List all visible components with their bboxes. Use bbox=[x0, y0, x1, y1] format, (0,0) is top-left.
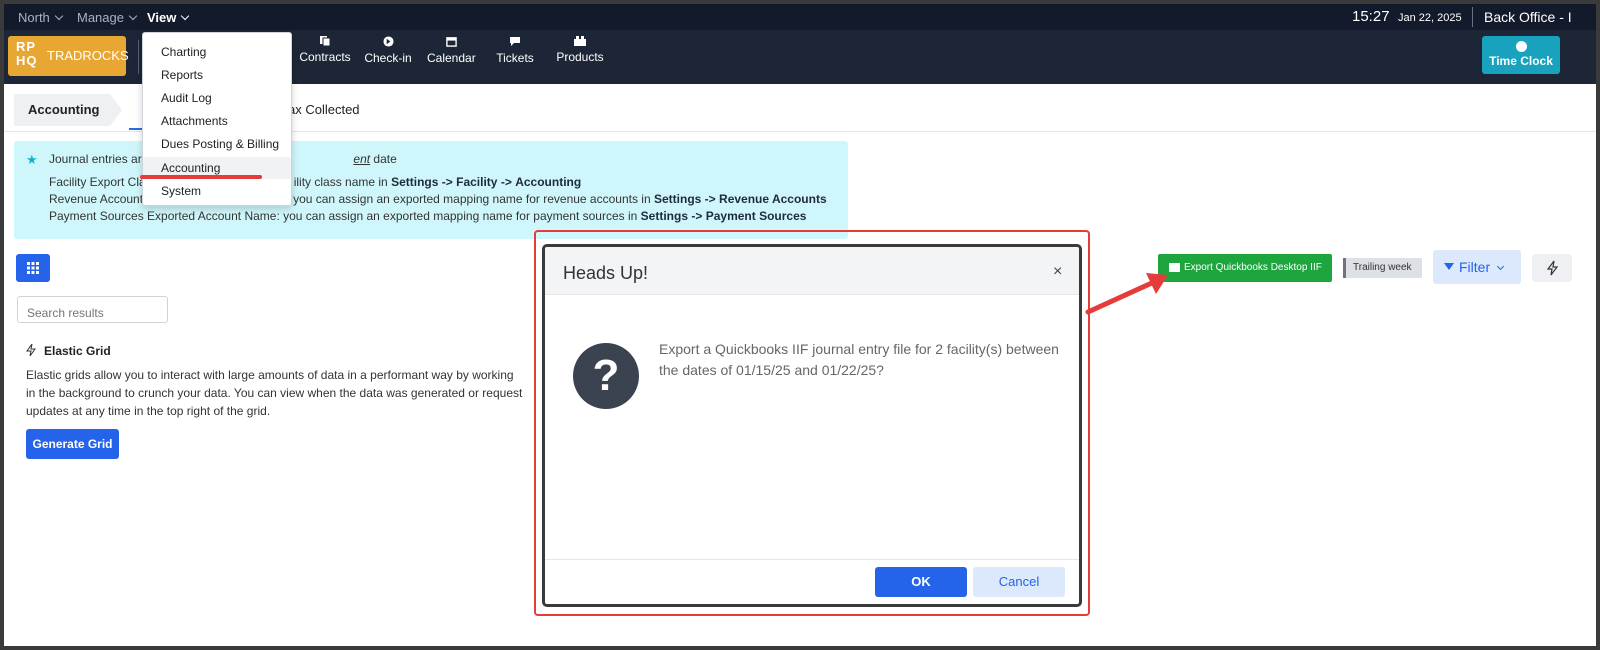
menu-item-charting[interactable]: Charting bbox=[143, 41, 291, 63]
elastic-grid-heading: Elastic Grid bbox=[26, 343, 111, 358]
menu-item-reports[interactable]: Reports bbox=[143, 64, 291, 86]
info-line-2: Facility Export Clas ility class name in … bbox=[49, 175, 581, 189]
grid-view-button[interactable] bbox=[16, 254, 50, 282]
menu-item-attachments[interactable]: Attachments bbox=[143, 110, 291, 132]
search-input[interactable] bbox=[17, 296, 168, 323]
annotation-arrow bbox=[1085, 273, 1168, 315]
filter-icon bbox=[1444, 263, 1454, 270]
ticket-icon bbox=[510, 37, 520, 46]
filter-label: Filter bbox=[1459, 259, 1491, 275]
bolt-icon bbox=[1546, 260, 1559, 276]
settings-link: Settings bbox=[653, 192, 702, 206]
elastic-grid-title: Elastic Grid bbox=[44, 344, 111, 358]
date-range-badge[interactable]: Trailing week bbox=[1343, 258, 1422, 278]
view-dropdown-menu: Charting Reports Audit Log Attachments D… bbox=[142, 32, 292, 206]
info-text: date bbox=[373, 152, 397, 166]
nav-tickets-label: Tickets bbox=[496, 51, 534, 65]
info-line-4: Payment Sources Exported Account Name: y… bbox=[49, 209, 806, 223]
menu-item-audit-log[interactable]: Audit Log bbox=[143, 87, 291, 109]
revenue-accounts-link: Revenue Accounts bbox=[719, 192, 827, 206]
logo-letters: RP HQ bbox=[16, 39, 38, 68]
divider bbox=[138, 40, 139, 74]
top-menu-bar: North Manage View 15:27 Jan 22, 2025 Bac… bbox=[4, 4, 1596, 30]
dialog-title: Heads Up! bbox=[563, 263, 649, 283]
menu-manage-label: Manage bbox=[77, 10, 124, 25]
star-icon: ★ bbox=[26, 152, 38, 167]
chevron-down-icon bbox=[128, 11, 138, 21]
menu-view[interactable]: View bbox=[147, 10, 190, 25]
info-text: Facility Export Clas bbox=[49, 175, 152, 189]
clock-icon bbox=[1515, 41, 1527, 52]
filter-button[interactable]: Filter bbox=[1433, 250, 1521, 284]
brand-logo[interactable]: RP HQ TRADROCKS bbox=[8, 36, 129, 76]
arrow-text: -> bbox=[441, 175, 453, 189]
logo-name: TRADROCKS bbox=[47, 48, 129, 63]
chevron-down-icon bbox=[1497, 262, 1505, 271]
arrow-text: -> bbox=[704, 192, 716, 206]
menu-item-system[interactable]: System bbox=[143, 180, 291, 202]
export-label: Export Quickbooks Desktop IIF bbox=[1184, 262, 1322, 273]
divider bbox=[1472, 7, 1473, 27]
settings-link: Settings bbox=[640, 209, 689, 223]
nav-check-in[interactable]: Check-in bbox=[364, 36, 412, 65]
info-text: Journal entries are bbox=[49, 152, 149, 166]
info-text: Revenue Account bbox=[49, 192, 144, 206]
menu-item-dues-posting[interactable]: Dues Posting & Billing bbox=[143, 133, 291, 155]
question-icon: ? bbox=[573, 343, 639, 409]
nav-contracts[interactable]: Contracts bbox=[299, 36, 351, 64]
nav-contracts-label: Contracts bbox=[299, 50, 351, 64]
arrow-text: -> bbox=[691, 209, 703, 223]
menu-view-label: View bbox=[147, 10, 177, 25]
annotation-underline bbox=[140, 175, 262, 179]
settings-link: Settings bbox=[391, 175, 439, 189]
ok-button[interactable]: OK bbox=[875, 567, 967, 597]
info-text: ility class name in bbox=[293, 175, 388, 189]
nav-calendar-label: Calendar bbox=[427, 51, 476, 65]
calendar-icon bbox=[445, 37, 457, 47]
chevron-down-icon bbox=[181, 11, 190, 21]
tab-tax-collected[interactable]: ax Collected bbox=[288, 102, 360, 117]
nav-products-label: Products bbox=[556, 50, 604, 64]
export-quickbooks-button[interactable]: Export Quickbooks Desktop IIF bbox=[1158, 254, 1332, 282]
arrow-text: -> bbox=[500, 175, 512, 189]
clock-date: Jan 22, 2025 bbox=[1398, 12, 1462, 24]
generate-grid-button[interactable]: Generate Grid bbox=[26, 429, 119, 459]
menu-manage[interactable]: Manage bbox=[77, 10, 138, 25]
products-icon bbox=[574, 36, 586, 46]
grid-icon bbox=[27, 262, 39, 274]
facility-link: Facility bbox=[456, 175, 498, 189]
info-text: Payment Sources Exported Account Name: y… bbox=[49, 209, 638, 223]
time-clock-label: Time Clock bbox=[1489, 54, 1553, 68]
breadcrumb[interactable]: Accounting bbox=[14, 94, 110, 126]
info-text: ent bbox=[353, 152, 371, 166]
back-office-menu[interactable]: Back Office - I bbox=[1484, 9, 1596, 25]
clock-time: 15:27 bbox=[1352, 8, 1390, 25]
info-alert: ★ Journal entries are ent date Facility E… bbox=[14, 141, 848, 239]
cancel-button[interactable]: Cancel bbox=[973, 567, 1065, 597]
confirm-dialog: Heads Up! × ? Export a Quickbooks IIF jo… bbox=[542, 244, 1082, 607]
info-text: you can assign an exported mapping name … bbox=[293, 192, 651, 206]
check-in-icon bbox=[382, 36, 394, 47]
dialog-header: Heads Up! × bbox=[545, 247, 1079, 295]
bolt-icon bbox=[26, 343, 36, 357]
payment-sources-link: Payment Sources bbox=[705, 209, 807, 223]
close-icon[interactable]: × bbox=[1053, 263, 1062, 281]
dialog-footer-divider bbox=[545, 559, 1079, 560]
accounting-link: Accounting bbox=[515, 175, 582, 189]
chevron-down-icon bbox=[54, 11, 64, 21]
contracts-icon bbox=[320, 36, 331, 46]
time-clock-button[interactable]: Time Clock bbox=[1482, 36, 1560, 74]
breadcrumb-arrow bbox=[110, 94, 122, 126]
dialog-message: Export a Quickbooks IIF journal entry fi… bbox=[659, 341, 1059, 378]
elastic-grid-description: Elastic grids allow you to interact with… bbox=[26, 368, 523, 418]
nav-tickets[interactable]: Tickets bbox=[494, 36, 536, 65]
refresh-grid-button[interactable] bbox=[1532, 254, 1572, 282]
nav-products[interactable]: Products bbox=[555, 36, 605, 64]
menu-north[interactable]: North bbox=[18, 10, 64, 25]
nav-check-in-label: Check-in bbox=[364, 51, 412, 65]
menu-north-label: North bbox=[18, 10, 50, 25]
nav-calendar[interactable]: Calendar bbox=[427, 36, 476, 65]
